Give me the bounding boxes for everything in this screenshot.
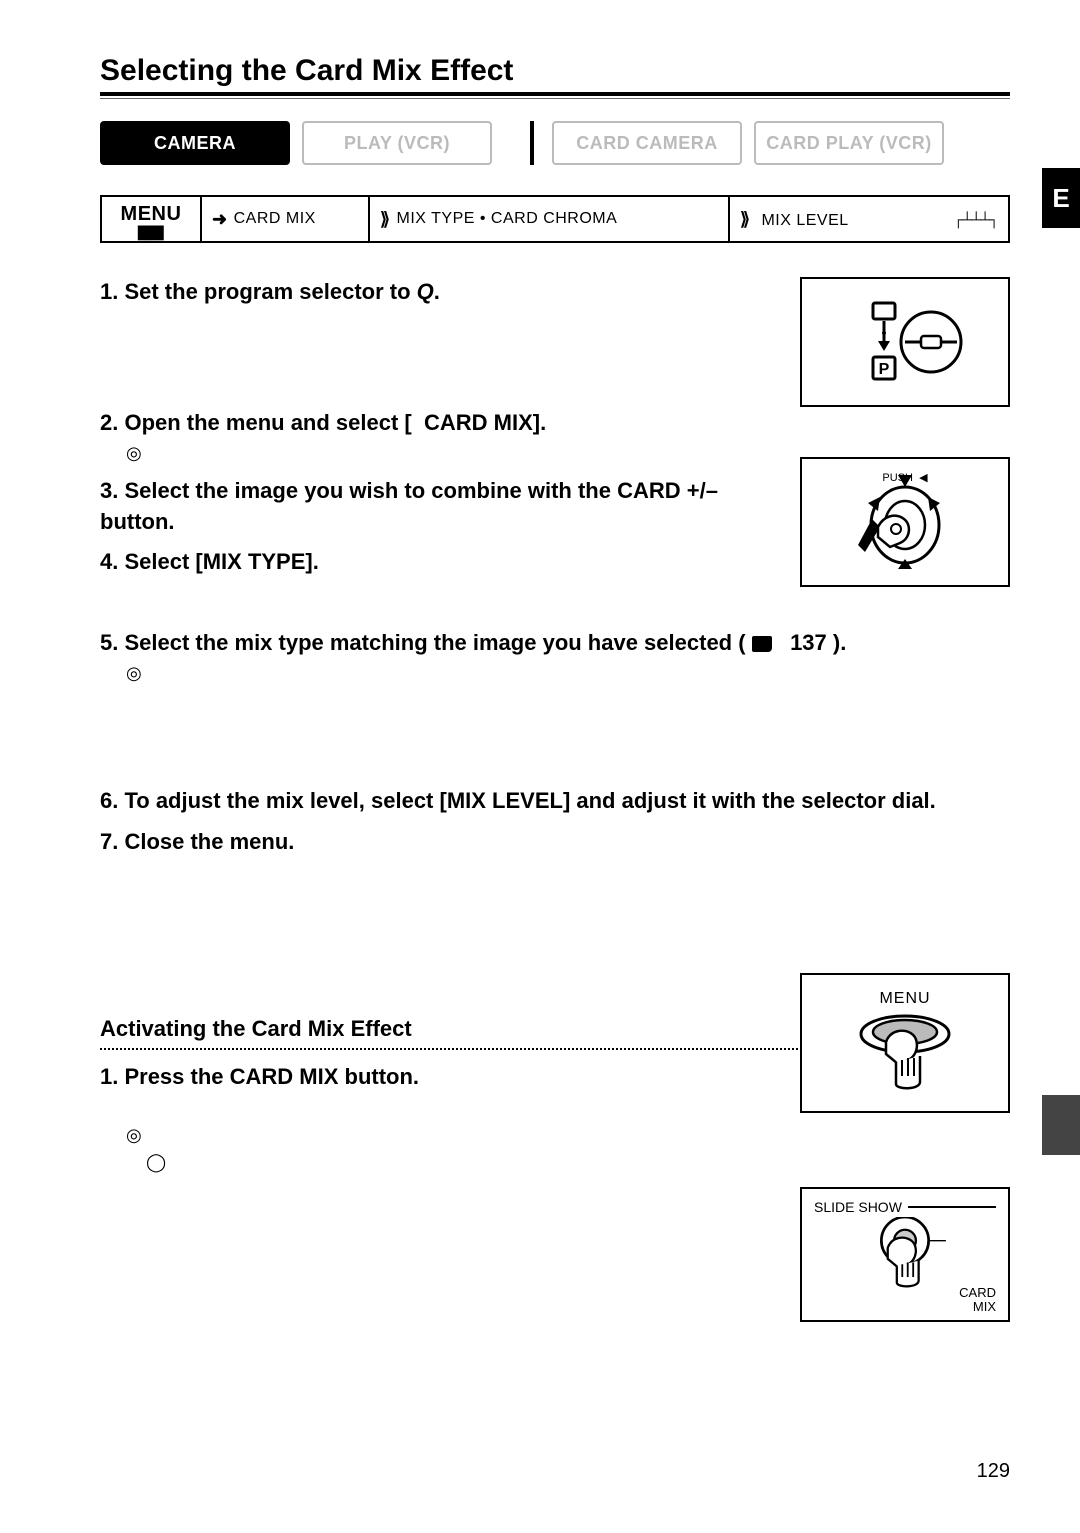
figure-push-dial: PUSH ◀ — [800, 457, 1010, 587]
step-7: 7. Close the menu. — [100, 827, 1010, 858]
menu-path-value-1: CARD MIX — [234, 210, 316, 228]
figure-menu-label: MENU — [850, 990, 960, 1008]
menu-path-key-2: MIX TYPE — [397, 210, 475, 228]
title-rule-thick — [100, 92, 1010, 96]
push-dial-icon: PUSH ◀ — [850, 467, 960, 577]
divider-line — [908, 1206, 996, 1208]
chevron-icon: ➜ — [212, 209, 228, 230]
step-5-text-a: 5. Select the mix type matching the imag… — [100, 630, 746, 655]
card-mix-button-press-icon — [855, 1217, 955, 1288]
program-symbol: Q — [417, 279, 434, 304]
step-5-page-ref: 137 — [790, 630, 827, 655]
slider-icon: ┌┴┴┴┐ — [953, 211, 998, 227]
step-1-text: 1. Set the program selector to — [100, 279, 417, 304]
book-icon: ▆▆ — [138, 226, 164, 238]
menu-path-key-3: MIX LEVEL — [761, 212, 848, 229]
menu-path-cell-mixlevel: ⟫ MIX LEVEL ┌┴┴┴┐ — [730, 195, 1010, 243]
title-rule-thin — [100, 98, 1010, 99]
activate-step-1-text: 1. Press the CARD MIX button. — [100, 1064, 419, 1089]
step-5: 5. Select the mix type matching the imag… — [100, 628, 1010, 686]
step-6: 6. To adjust the mix level, select [MIX … — [100, 786, 1010, 817]
step-2-text: 2. Open the menu and select [ CARD MIX]. — [100, 410, 546, 435]
note-marker-icon: ◎ — [126, 661, 1010, 686]
note-marker-icon: ◎ — [126, 441, 780, 466]
page-number: 129 — [977, 1460, 1010, 1483]
menu-path-bar: MENU ▆▆ ➜ CARD MIX ⟫ MIX TYPE • CARD CHR… — [100, 195, 1010, 243]
figure-slideshow-label: SLIDE SHOW — [814, 1199, 902, 1215]
menu-path-label: MENU ▆▆ — [100, 195, 200, 243]
program-selector-icon: P — [845, 297, 965, 387]
mode-tab-card-camera: CARD CAMERA — [552, 121, 742, 165]
menu-path-value-2: CARD CHROMA — [491, 210, 617, 228]
figure-cardmix-label-1: CARD — [814, 1286, 996, 1300]
figure-cardmix-label-2: MIX — [814, 1300, 996, 1314]
mode-tab-card-play-vcr: CARD PLAY (VCR) — [754, 121, 944, 165]
side-tab-language: E — [1042, 168, 1080, 228]
step-5-text-b: ). — [833, 630, 846, 655]
figure-menu-button: MENU — [800, 973, 1010, 1113]
mode-tabs-row: CAMERA PLAY (VCR) CARD CAMERA CARD PLAY … — [100, 121, 1010, 165]
mode-tab-camera: CAMERA — [100, 121, 290, 165]
page-title: Selecting the Card Mix Effect — [100, 54, 1010, 88]
chevron-icon: ⟫ — [740, 209, 751, 229]
menu-button-press-icon — [850, 1012, 960, 1092]
figure-program-selector: P — [800, 277, 1010, 407]
steps-list: P PUSH ◀ MENU — [100, 277, 1010, 1175]
note-marker-icon: ◎ — [126, 1123, 780, 1148]
note-marker-icon: ◯ — [146, 1150, 780, 1175]
menu-path-cell-mixtype: ⟫ MIX TYPE • CARD CHROMA — [370, 195, 730, 243]
figure-card-mix-button: SLIDE SHOW CARD MIX — [800, 1187, 1010, 1322]
chevron-icon: ⟫ — [380, 209, 391, 230]
menu-path-cell-cardmix: ➜ CARD MIX — [200, 195, 370, 243]
mode-tab-separator — [530, 121, 534, 165]
svg-text:P: P — [879, 361, 890, 378]
page-reference-icon — [752, 636, 772, 652]
step-1-end: . — [434, 279, 440, 304]
mode-tab-play-vcr: PLAY (VCR) — [302, 121, 492, 165]
side-section-marker — [1042, 1095, 1080, 1155]
